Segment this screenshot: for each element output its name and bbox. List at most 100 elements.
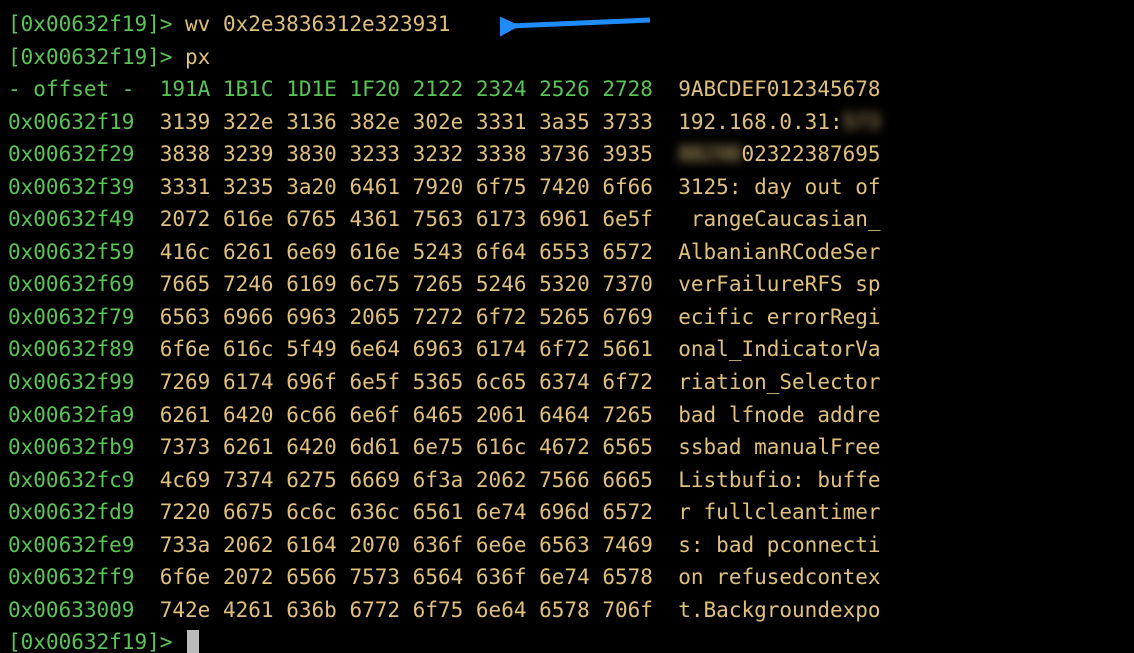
hex-word: 7220 [160, 500, 211, 524]
row-address: 0x00632f19 [8, 110, 134, 134]
hex-word: 3733 [602, 110, 653, 134]
hex-word: 6c66 [286, 403, 337, 427]
hex-word: 5246 [476, 272, 527, 296]
hex-word: 636c [349, 500, 400, 524]
hex-word: 7265 [413, 272, 464, 296]
hex-word: 6f64 [476, 240, 527, 264]
hexdump-row: 0x00632fd9 7220 6675 6c6c 636c 6561 6e74… [8, 496, 1126, 529]
hex-word: 3232 [413, 142, 464, 166]
row-address: 0x00632f79 [8, 305, 134, 329]
ascii-text: ecific errorRegi [678, 305, 880, 329]
hex-word: 616c [223, 337, 274, 361]
hex-word: 7573 [349, 565, 400, 589]
ascii-text: 3125: day out of [678, 175, 880, 199]
hex-word: 6e74 [539, 565, 590, 589]
terminal-window[interactable]: [0x00632f19]> wv 0x2e3836312e323931 [0x0… [0, 0, 1134, 653]
hex-word: 2061 [476, 403, 527, 427]
hex-word: 2062 [223, 533, 274, 557]
hex-word: 6e64 [476, 598, 527, 622]
ascii-text: 192.168.0.31: [678, 110, 842, 134]
hex-word: 6261 [223, 435, 274, 459]
hex-word: 6553 [539, 240, 590, 264]
hex-word: 6e64 [349, 337, 400, 361]
row-address: 0x00632f59 [8, 240, 134, 264]
hex-word: 5365 [413, 370, 464, 394]
prompt-line-cursor[interactable]: [0x00632f19]> [8, 626, 1126, 653]
cursor [187, 630, 199, 653]
ascii-text: AlbanianRCodeSer [678, 240, 880, 264]
hex-word: 6578 [602, 565, 653, 589]
hex-word: 6e75 [413, 435, 464, 459]
hex-word: 6c75 [349, 272, 400, 296]
row-address: 0x00632fb9 [8, 435, 134, 459]
ascii-text: 02322387695 [741, 142, 880, 166]
hexdump-row: 0x00632f39 3331 3235 3a20 6461 7920 6f75… [8, 171, 1126, 204]
hexdump-rows: 0x00632f19 3139 322e 3136 382e 302e 3331… [8, 106, 1126, 627]
hex-word: 3830 [286, 142, 337, 166]
hexdump-row: 0x00632f49 2072 616e 6765 4361 7563 6173… [8, 203, 1126, 236]
hex-word: 636f [413, 533, 464, 557]
hexdump-row: 0x00632fc9 4c69 7374 6275 6669 6f3a 2062… [8, 464, 1126, 497]
row-address: 0x00632fc9 [8, 468, 134, 492]
hex-word: 7374 [223, 468, 274, 492]
hexdump-row: 0x00632f19 3139 322e 3136 382e 302e 3331… [8, 106, 1126, 139]
hexdump-row: 0x00632f29 3838 3239 3830 3233 3232 3338… [8, 138, 1126, 171]
hex-word: 6e5f [602, 207, 653, 231]
row-address: 0x00632fe9 [8, 533, 134, 557]
hex-word: 3736 [539, 142, 590, 166]
hex-word: 2072 [160, 207, 211, 231]
hex-word: 6c65 [476, 370, 527, 394]
hex-word: 3235 [223, 175, 274, 199]
hex-word: 6169 [286, 272, 337, 296]
hex-word: 4672 [539, 435, 590, 459]
row-address: 0x00632f49 [8, 207, 134, 231]
hex-word: 6765 [286, 207, 337, 231]
hex-word: 4c69 [160, 468, 211, 492]
hexdump-row: 0x00633009 742e 4261 636b 6772 6f75 6e64… [8, 594, 1126, 627]
ascii-text: bad lfnode addre [678, 403, 880, 427]
hex-word: 416c [160, 240, 211, 264]
hexdump-row: 0x00632f79 6563 6966 6963 2065 7272 6f72… [8, 301, 1126, 334]
hex-word: 6578 [539, 598, 590, 622]
hex-word: 742e [160, 598, 211, 622]
hexdump-header: - offset - 191A 1B1C 1D1E 1F20 2122 2324… [8, 73, 1126, 106]
hex-word: 7269 [160, 370, 211, 394]
hex-word: 3a20 [286, 175, 337, 199]
hex-word: 616c [476, 435, 527, 459]
row-address: 0x00632fa9 [8, 403, 134, 427]
hex-word: 696f [286, 370, 337, 394]
hex-word: 6f66 [602, 175, 653, 199]
ascii-text: riation_Selector [678, 370, 880, 394]
hex-word: 3331 [160, 175, 211, 199]
ascii-text: ssbad manualFree [678, 435, 880, 459]
hexdump-row: 0x00632f59 416c 6261 6e69 616e 5243 6f64… [8, 236, 1126, 269]
prompt-line-2: [0x00632f19]> px [8, 41, 1126, 74]
hex-word: 6374 [539, 370, 590, 394]
hex-word: 6420 [286, 435, 337, 459]
row-address: 0x00632f29 [8, 142, 134, 166]
hex-word: 7469 [602, 533, 653, 557]
hex-word: 696d [539, 500, 590, 524]
hex-word: 6564 [413, 565, 464, 589]
hexdump-row: 0x00632f89 6f6e 616c 5f49 6e64 6963 6174… [8, 333, 1126, 366]
hex-word: 6174 [476, 337, 527, 361]
hex-word: 6e74 [476, 500, 527, 524]
hex-word: 3338 [476, 142, 527, 166]
ascii-text: rangeCaucasian_ [678, 207, 880, 231]
hex-word: 7566 [539, 468, 590, 492]
hex-word: 2070 [349, 533, 400, 557]
hex-word: 6f72 [602, 370, 653, 394]
hex-word: 6572 [602, 240, 653, 264]
hexdump-row: 0x00632fb9 7373 6261 6420 6d61 6e75 616c… [8, 431, 1126, 464]
hex-word: 322e [223, 110, 274, 134]
hex-word: 2072 [223, 565, 274, 589]
hex-word: 6f72 [539, 337, 590, 361]
hex-word: 733a [160, 533, 211, 557]
hex-word: 3136 [286, 110, 337, 134]
hex-word: 6f75 [476, 175, 527, 199]
hex-word: 3139 [160, 110, 211, 134]
prompt-line-1: [0x00632f19]> wv 0x2e3836312e323931 [8, 8, 1126, 41]
hex-word: 636f [476, 565, 527, 589]
hex-word: 6665 [602, 468, 653, 492]
hex-word: 616e [349, 240, 400, 264]
